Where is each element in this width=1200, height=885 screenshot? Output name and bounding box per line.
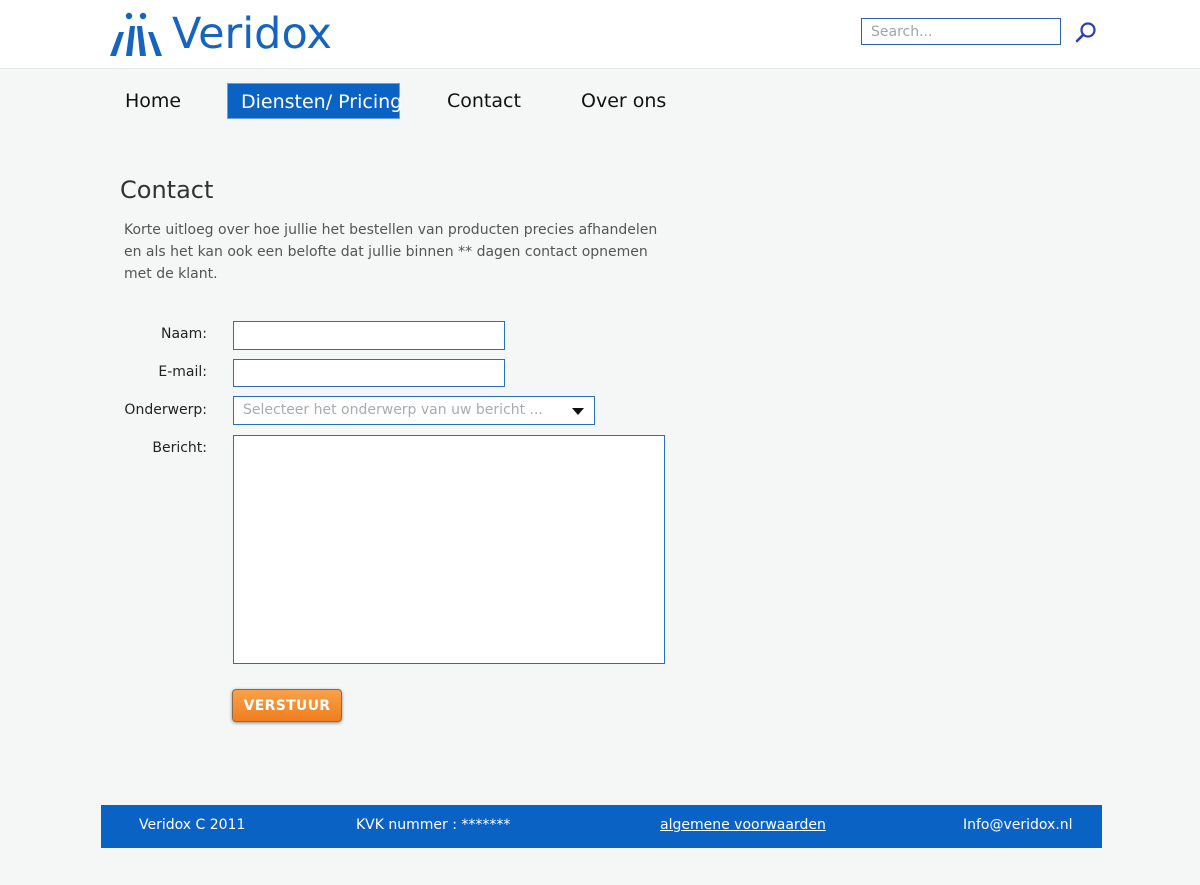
footer-terms-link[interactable]: algemene voorwaarden bbox=[660, 805, 826, 845]
brand-name: Veridox bbox=[172, 9, 332, 59]
logo[interactable]: Veridox bbox=[106, 8, 332, 60]
intro-text: Korte uitloeg over hoe jullie het bestel… bbox=[124, 222, 658, 282]
site-footer: Veridox C 2011 KVK nummer : ******* alge… bbox=[101, 805, 1102, 848]
message-field[interactable] bbox=[233, 435, 665, 664]
name-label: Naam: bbox=[161, 326, 207, 342]
submit-button[interactable]: VERSTUUR bbox=[232, 689, 342, 722]
site-header: Veridox bbox=[0, 0, 1200, 69]
subject-label: Onderwerp: bbox=[124, 402, 207, 418]
email-label: E-mail: bbox=[158, 364, 207, 380]
nav-item-diensten-pricing[interactable]: Diensten/ Pricing bbox=[227, 83, 402, 119]
subject-placeholder: Selecteer het onderwerp van uw bericht .… bbox=[243, 402, 543, 418]
chevron-down-icon bbox=[572, 408, 584, 415]
search-icon bbox=[1075, 22, 1096, 43]
nav-item-contact[interactable]: Contact bbox=[434, 83, 534, 119]
veridox-logo-icon bbox=[110, 12, 162, 56]
search-input[interactable] bbox=[861, 18, 1061, 45]
footer-kvk: KVK nummer : ******* bbox=[356, 817, 511, 833]
subject-select[interactable]: Selecteer het onderwerp van uw bericht .… bbox=[233, 396, 595, 425]
nav-item-home[interactable]: Home bbox=[112, 83, 194, 119]
page-title: Contact bbox=[120, 176, 214, 204]
footer-email[interactable]: Info@veridox.nl bbox=[963, 805, 1073, 845]
footer-copyright: Veridox C 2011 bbox=[139, 817, 246, 833]
email-field[interactable] bbox=[233, 359, 505, 387]
name-field[interactable] bbox=[233, 321, 505, 350]
message-label: Bericht: bbox=[152, 440, 207, 456]
nav-item-over-ons[interactable]: Over ons bbox=[568, 83, 679, 119]
search-button[interactable] bbox=[1074, 21, 1098, 45]
